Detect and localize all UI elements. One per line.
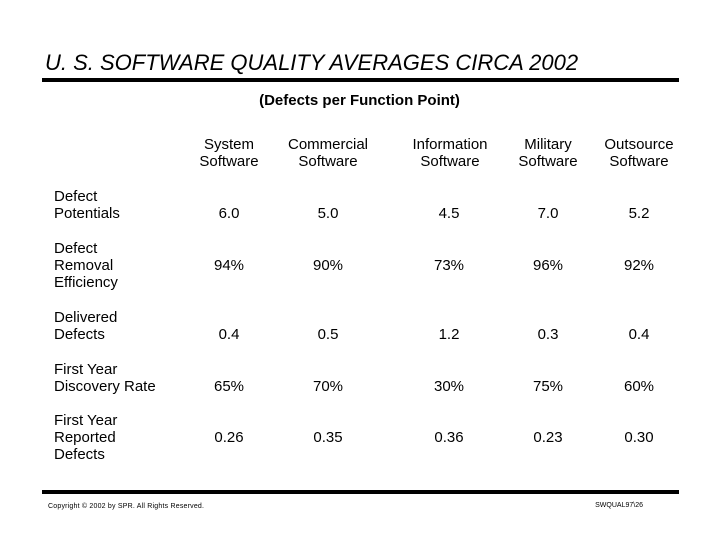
column-header-line: Software: [609, 153, 669, 170]
table-cell: 30%: [433, 378, 465, 395]
row-label-line: Defects: [54, 326, 105, 343]
column-header: Military Software: [508, 136, 588, 170]
row-label-line: Removal: [54, 257, 114, 274]
row-label: Defect Potentials: [54, 188, 120, 222]
row-label-line: Delivered: [54, 309, 118, 326]
row-label-line: Defect: [54, 240, 98, 257]
row-label-line: First Year: [54, 412, 118, 429]
row-label-line: Potentials: [54, 205, 120, 222]
table-cell: 0.26: [214, 429, 244, 446]
column-header: Outsource Software: [594, 136, 684, 170]
column-header: Information Software: [400, 136, 500, 170]
subtitle: (Defects per Function Point): [259, 92, 460, 109]
table-cell: 75%: [532, 378, 564, 395]
column-header-line: Software: [298, 153, 358, 170]
table-cell: 96%: [532, 257, 564, 274]
table-cell: 0.5: [317, 326, 339, 343]
table-cell: 94%: [213, 257, 245, 274]
column-header-line: Military: [524, 136, 572, 153]
column-header-line: Outsource: [604, 136, 674, 153]
slide-code: SWQUAL97\26: [595, 502, 643, 509]
table-cell: 65%: [213, 378, 245, 395]
table-cell: 0.4: [218, 326, 240, 343]
column-header-line: Information: [412, 136, 488, 153]
table-cell: 1.2: [438, 326, 460, 343]
copyright-text: Copyright © 2002 by SPR. All Rights Rese…: [48, 503, 205, 510]
title-divider: [42, 78, 679, 82]
row-label-line: Defects: [54, 446, 105, 463]
table-cell: 90%: [312, 257, 344, 274]
column-header-line: Commercial: [287, 136, 368, 153]
table-cell: 4.5: [438, 205, 460, 222]
column-header: Commercial Software: [278, 136, 378, 170]
row-label-line: Discovery Rate: [54, 378, 156, 395]
table-cell: 5.0: [317, 205, 339, 222]
row-label: Delivered Defects: [54, 309, 117, 343]
table-cell: 7.0: [537, 205, 559, 222]
table-cell: 92%: [623, 257, 655, 274]
column-header-line: Software: [518, 153, 578, 170]
table-cell: 6.0: [218, 205, 240, 222]
column-header-line: Software: [420, 153, 480, 170]
row-label-line: First Year: [54, 361, 118, 378]
table-cell: 73%: [433, 257, 465, 274]
table-cell: 0.35: [313, 429, 343, 446]
row-label: First Year Reported Defects: [54, 412, 117, 463]
row-label: First Year Discovery Rate: [54, 361, 156, 395]
row-label-line: Defect: [54, 188, 98, 205]
column-header-line: Software: [199, 153, 259, 170]
column-header-line: System: [203, 136, 254, 153]
table-cell: 0.30: [624, 429, 654, 446]
table-cell: 5.2: [628, 205, 650, 222]
table-cell: 0.23: [533, 429, 563, 446]
footer-divider: [42, 490, 679, 494]
row-label-line: Reported: [54, 429, 116, 446]
table-cell: 70%: [312, 378, 344, 395]
page-title: U. S. SOFTWARE QUALITY AVERAGES CIRCA 20…: [45, 50, 579, 75]
column-header: System Software: [189, 136, 269, 170]
row-label-line: Efficiency: [54, 274, 118, 291]
table-cell: 60%: [623, 378, 655, 395]
row-label: Defect Removal Efficiency: [54, 240, 118, 291]
table-cell: 0.4: [628, 326, 650, 343]
table-cell: 0.3: [537, 326, 559, 343]
table-cell: 0.36: [434, 429, 464, 446]
